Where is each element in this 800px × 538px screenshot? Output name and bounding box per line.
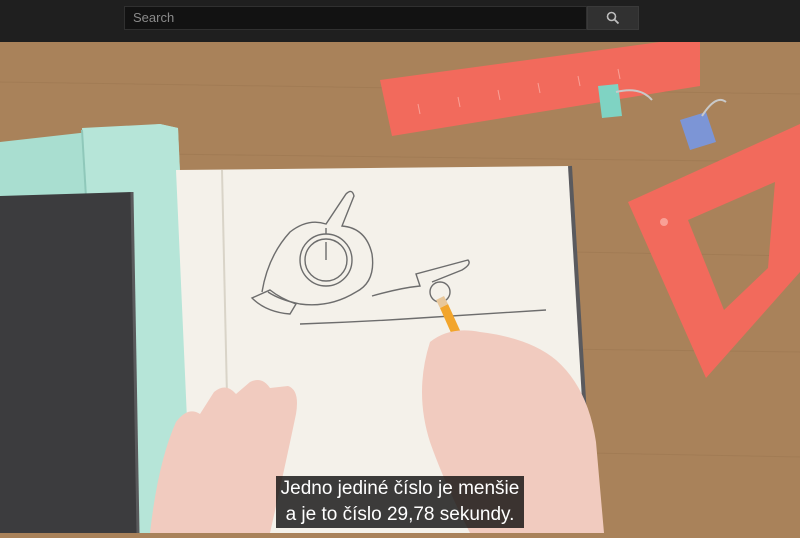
top-bar: Search — [0, 0, 800, 42]
video-player[interactable] — [0, 42, 800, 534]
search-input[interactable]: Search — [124, 6, 587, 30]
captions: Jedno jediné číslo je menšie a je to čís… — [0, 476, 800, 528]
caption-line: a je to číslo 29,78 sekundy. — [285, 504, 515, 525]
caption-box: Jedno jediné číslo je menšie a je to čís… — [275, 476, 525, 528]
search-icon — [606, 11, 620, 25]
search-button[interactable] — [587, 6, 639, 30]
caption-line: Jedno jediné číslo je menšie — [280, 478, 520, 499]
video-frame — [0, 42, 800, 534]
